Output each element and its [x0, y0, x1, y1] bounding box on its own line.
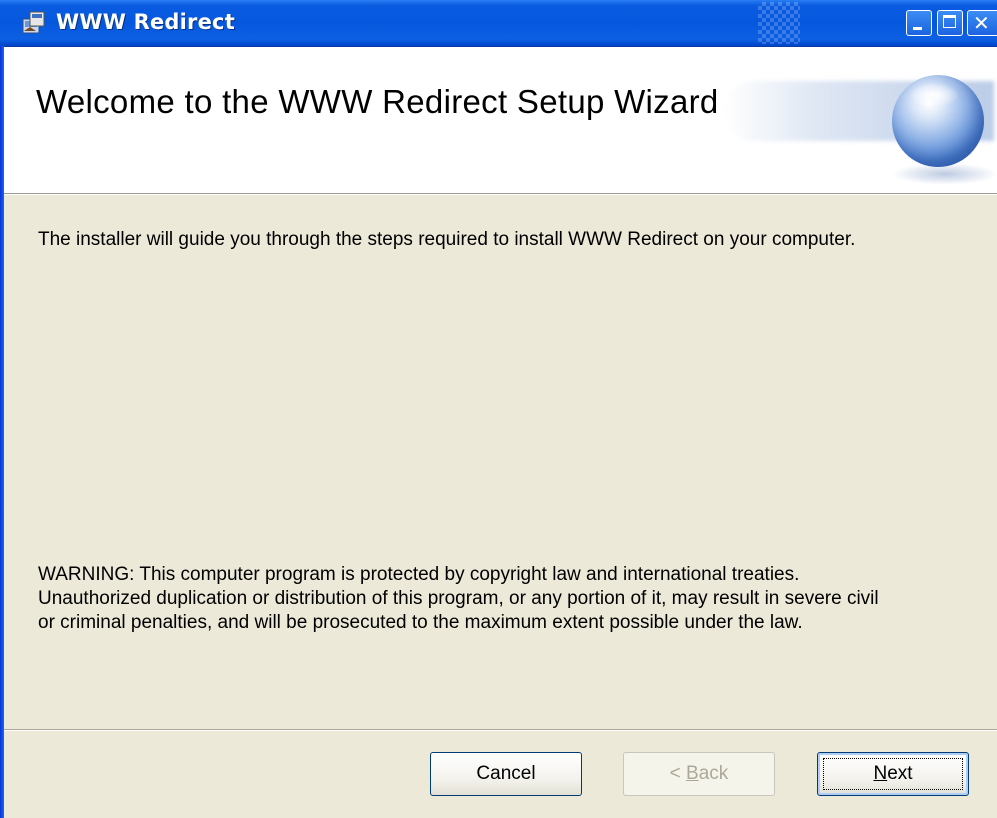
cancel-button[interactable]: Cancel	[430, 752, 582, 796]
warning-line: WARNING: This computer program is protec…	[38, 564, 800, 585]
minimize-button[interactable]	[906, 10, 932, 36]
title-bar[interactable]: WWW Redirect ✕	[0, 0, 997, 47]
banner-divider	[4, 194, 997, 195]
back-button[interactable]: < Back	[623, 752, 775, 796]
intro-text: The installer will guide you through the…	[38, 229, 856, 250]
maximize-button[interactable]	[937, 10, 963, 36]
wizard-header-banner: Welcome to the WWW Redirect Setup Wizard	[4, 47, 997, 194]
warning-line: Unauthorized duplication or distribution…	[38, 588, 879, 609]
warning-line: or criminal penalties, and will be prose…	[38, 612, 803, 633]
focus-rectangle	[823, 758, 963, 790]
close-button[interactable]: ✕	[967, 10, 997, 36]
installer-icon	[22, 11, 45, 34]
back-button-mnemonic: B	[686, 763, 699, 784]
setup-wizard-window: WWW Redirect ✕ Welcome to the WWW Redire…	[0, 0, 997, 818]
close-icon: ✕	[973, 11, 990, 35]
button-separator	[4, 729, 997, 731]
minimize-icon	[913, 27, 922, 30]
maximize-icon	[943, 15, 956, 28]
window-title: WWW Redirect	[56, 10, 235, 34]
title-bar-decoration	[758, 2, 800, 44]
back-button-prefix: <	[669, 763, 687, 784]
wizard-title: Welcome to the WWW Redirect Setup Wizard	[36, 83, 719, 120]
glass-orb-icon	[892, 75, 984, 167]
copyright-warning: WARNING: This computer program is protec…	[38, 563, 978, 635]
back-button-label-rest: ack	[698, 763, 729, 784]
next-button[interactable]: Next	[817, 752, 969, 796]
